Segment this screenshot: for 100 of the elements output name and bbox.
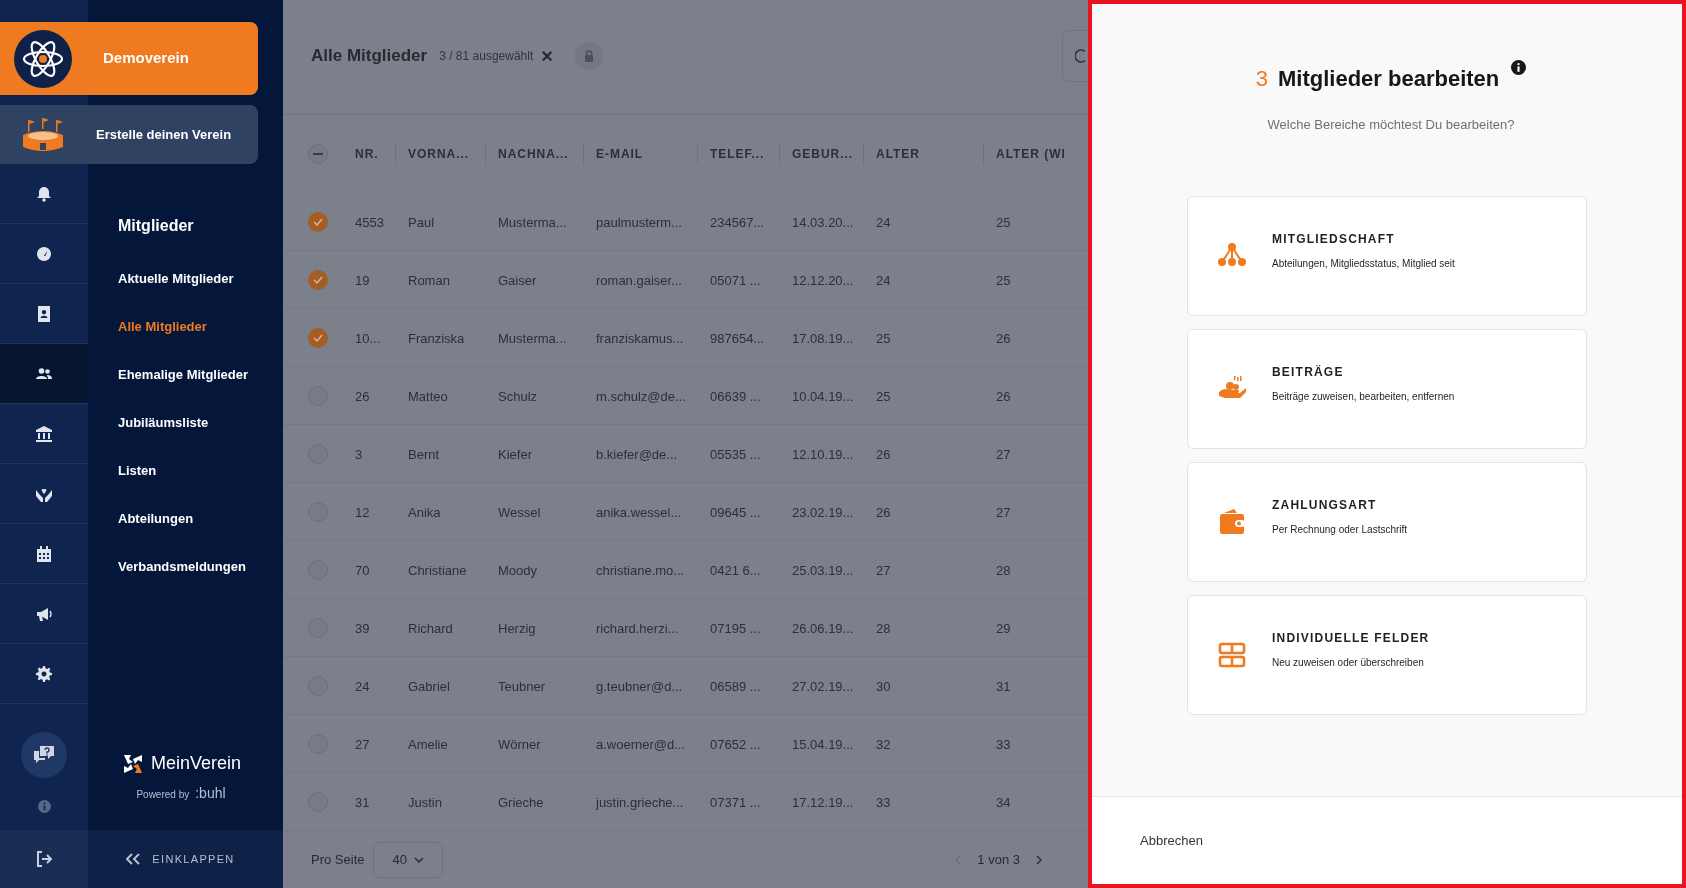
table-cell: 05535 ... — [710, 446, 761, 462]
table-cell: 4553 — [355, 214, 384, 230]
row-checkbox[interactable] — [308, 269, 328, 290]
gauge-icon — [36, 245, 52, 262]
table-cell: 24 — [355, 678, 370, 694]
users-icon — [36, 365, 52, 382]
lock-button[interactable] — [574, 42, 603, 70]
table-cell: Grieche — [498, 794, 544, 810]
nav-link[interactable]: Alle Mitglieder — [118, 303, 207, 351]
powered-by-label: Powered by — [136, 788, 190, 802]
option-card[interactable]: INDIVIDUELLE FELDER Neu zuweisen oder überschreiben — [1187, 594, 1587, 715]
table-cell: 25 — [996, 214, 1011, 230]
table-cell: Bernt — [408, 446, 440, 462]
double-chevron-left-icon — [126, 853, 141, 865]
table-cell: 17.12.19... — [792, 794, 854, 810]
row-checkbox[interactable] — [308, 327, 328, 348]
nav-link[interactable]: Verbandsmeldungen — [118, 543, 246, 591]
option-title: ZAHLUNGSART — [1272, 497, 1378, 514]
lock-icon — [583, 50, 594, 62]
table-cell: Gaiser — [498, 272, 537, 288]
table-cell: 26 — [355, 388, 370, 404]
option-card[interactable]: BEITRÄGE Beiträge zuweisen, bearbeiten, entfernen — [1187, 328, 1587, 449]
nav-link[interactable]: Jubiläumsliste — [118, 399, 209, 447]
table-cell: 27.02.19... — [792, 678, 854, 694]
help-button[interactable] — [21, 732, 67, 778]
table-cell: 26 — [996, 388, 1011, 404]
table-cell: Kiefer — [498, 446, 532, 462]
table-cell: 27 — [876, 562, 891, 578]
option-title: BEITRÄGE — [1272, 364, 1345, 381]
table-cell: Christiane — [408, 562, 467, 578]
table-cell: Musterma... — [498, 330, 567, 346]
member-count: 3 — [1255, 65, 1268, 93]
info-icon[interactable] — [1511, 60, 1527, 75]
table-cell: 32 — [876, 736, 891, 752]
bank-icon — [36, 425, 52, 442]
table-cell: 25 — [876, 330, 891, 346]
chevron-right-icon[interactable] — [1036, 854, 1042, 865]
table-cell: 29 — [996, 620, 1011, 636]
table-cell: 28 — [996, 562, 1011, 578]
checkmark-icon — [313, 217, 323, 226]
table-cell: 25.03.19... — [792, 562, 854, 578]
table-cell: Teubner — [498, 678, 545, 694]
select-all-checkbox[interactable] — [308, 144, 328, 164]
table-cell: 26.06.19... — [792, 620, 854, 636]
per-page-select[interactable]: 40 — [373, 841, 444, 878]
table-cell: Gabriel — [408, 678, 450, 694]
clear-selection-button[interactable]: × — [541, 46, 553, 66]
nav-link[interactable]: Aktuelle Mitglieder — [118, 255, 234, 303]
table-cell: 10... — [355, 330, 381, 346]
option-card[interactable]: MITGLIEDSCHAFT Abteilungen, Mitgliedsstatus, Mitglied seit — [1187, 195, 1587, 316]
page-title: Alle Mitglieder — [311, 45, 428, 68]
table-cell: b.kiefer@de... — [596, 446, 678, 462]
row-checkbox[interactable] — [308, 211, 328, 232]
collapse-button[interactable]: EINKLAPPEN — [126, 850, 235, 868]
partner-name: :buhl — [195, 784, 226, 803]
nav-link[interactable]: Listen — [118, 447, 157, 495]
table-cell: richard.herzi... — [596, 620, 679, 636]
bell-icon — [36, 185, 52, 202]
option-description: Beiträge zuweisen, bearbeiten, entfernen — [1272, 390, 1455, 404]
table-cell: 34 — [996, 794, 1011, 810]
cancel-button[interactable]: Abbrechen — [1140, 830, 1203, 851]
logout-icon[interactable] — [35, 850, 53, 868]
table-cell: Franziska — [408, 330, 465, 346]
nav-link[interactable]: Ehemalige Mitglieder — [118, 351, 249, 399]
table-cell: m.schulz@de... — [596, 388, 686, 404]
table-cell: justin.grieche... — [596, 794, 684, 810]
grid-layout-icon — [1218, 640, 1246, 669]
table-cell: Amelie — [408, 736, 448, 752]
table-cell: Anika — [408, 504, 441, 520]
option-description: Neu zuweisen oder überschreiben — [1272, 656, 1425, 670]
table-cell: 07652 ... — [710, 736, 761, 752]
create-club-card[interactable]: Erstelle deinen Verein — [0, 105, 258, 164]
table-cell: Paul — [408, 214, 435, 230]
chat-question-icon — [32, 745, 56, 765]
table-cell: Roman — [408, 272, 450, 288]
search-icon — [1075, 49, 1085, 63]
panel-title: Mitglieder bearbeiten — [1278, 65, 1500, 93]
checkmark-icon — [313, 275, 323, 284]
table-cell: 31 — [355, 794, 370, 810]
table-cell: 05071 ... — [710, 272, 761, 288]
table-cell: 31 — [996, 678, 1011, 694]
nav-link[interactable]: Abteilungen — [118, 495, 194, 543]
chevron-down-icon — [414, 856, 425, 863]
table-cell: Justin — [408, 794, 442, 810]
table-cell: 12.10.19... — [792, 446, 854, 462]
section-title: Mitglieder — [118, 216, 195, 236]
option-card[interactable]: ZAHLUNGSART Per Rechnung oder Lastschrift — [1187, 461, 1587, 582]
table-cell: Moody — [498, 562, 538, 578]
table-cell: 06639 ... — [710, 388, 761, 404]
option-title: INDIVIDUELLE FELDER — [1272, 630, 1430, 647]
table-cell: 33 — [876, 794, 891, 810]
option-title: MITGLIEDSCHAFT — [1272, 231, 1396, 248]
club-name: Demoverein — [103, 48, 189, 69]
table-cell: 234567... — [710, 214, 765, 230]
table-cell: 10.04.19... — [792, 388, 854, 404]
table-cell: paulmusterm... — [596, 214, 682, 230]
table-cell: 3 — [355, 446, 363, 462]
table-cell: 33 — [996, 736, 1011, 752]
table-cell: 19 — [355, 272, 370, 288]
table-cell: christiane.mo... — [596, 562, 685, 578]
